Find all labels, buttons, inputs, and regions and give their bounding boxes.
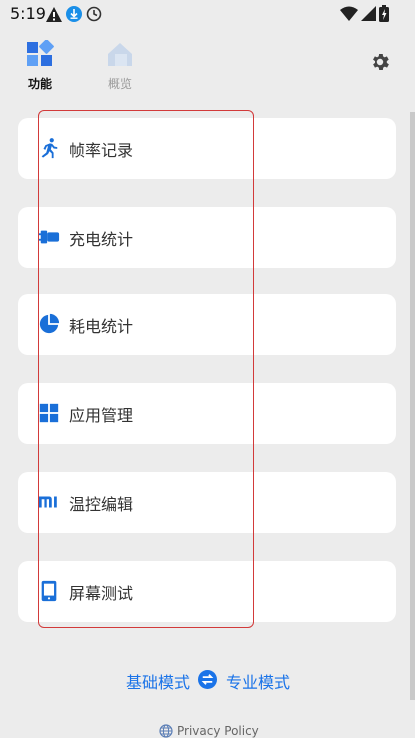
tab-features[interactable]: 功能	[14, 39, 66, 92]
battery-icon	[379, 5, 389, 22]
clock-icon	[86, 6, 102, 22]
card-power-stats[interactable]: 耗电统计	[18, 294, 396, 355]
status-system-icons	[340, 5, 389, 22]
running-icon	[41, 138, 58, 159]
status-notification-icons	[46, 6, 102, 22]
card-app-management[interactable]: 应用管理	[18, 383, 396, 444]
card-power-stats-label: 耗电统计	[69, 317, 134, 336]
basic-mode-link[interactable]: 基础模式	[126, 669, 190, 693]
scrollbar[interactable]	[410, 112, 415, 700]
apps-grid-icon	[39, 403, 59, 423]
card-screen-test[interactable]: 屏幕测试	[18, 561, 396, 622]
tab-overview-label: 概览	[107, 77, 132, 91]
card-frame-rate-label: 帧率记录	[69, 141, 134, 160]
card-charging-stats-label: 充电统计	[69, 230, 134, 249]
selection-highlight-box	[38, 110, 254, 628]
status-bar: 5:19	[0, 0, 415, 28]
card-frame-rate[interactable]: 帧率记录	[18, 118, 396, 179]
swap-icon[interactable]	[198, 670, 217, 689]
globe-icon	[159, 724, 173, 738]
mi-logo-icon	[38, 496, 57, 508]
privacy-policy-link[interactable]: Privacy Policy	[159, 724, 259, 738]
signal-icon	[361, 6, 376, 21]
warning-icon	[46, 6, 62, 22]
wifi-icon	[340, 6, 358, 21]
card-thermal-edit-label: 温控编辑	[69, 495, 134, 514]
card-charging-stats[interactable]: 充电统计	[18, 207, 396, 268]
mode-switch-row: 基础模式 专业模式	[0, 668, 415, 692]
card-thermal-edit[interactable]: 温控编辑	[18, 472, 396, 533]
privacy-policy-label: Privacy Policy	[177, 724, 259, 738]
charger-icon	[38, 230, 60, 244]
tab-features-label: 功能	[27, 77, 52, 91]
status-time: 5:19	[10, 4, 46, 23]
phone-screen-icon	[41, 580, 57, 602]
grid-icon	[27, 39, 54, 66]
card-screen-test-label: 屏幕测试	[69, 584, 134, 603]
tab-overview[interactable]: 概览	[94, 40, 146, 92]
pie-icon	[39, 313, 60, 334]
home-icon	[108, 43, 132, 66]
gear-icon[interactable]	[369, 51, 391, 73]
pro-mode-link[interactable]: 专业模式	[226, 669, 290, 693]
download-icon	[66, 6, 82, 22]
card-app-management-label: 应用管理	[69, 406, 134, 425]
